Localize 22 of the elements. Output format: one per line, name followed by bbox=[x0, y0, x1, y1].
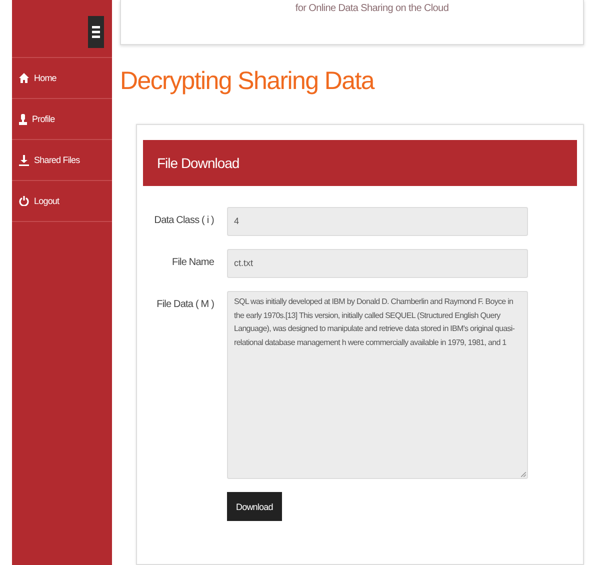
user-icon bbox=[19, 114, 27, 124]
text-area-content: SQL was initially developed at IBM by Donald D. Chamberlin and Raymond F. Boyce in the early 1970s.[13] This version, initially called SEQUEL (Structured English Query Language), was designed to manipulate and retrieve data stored in IBM's original quasi-relational database management h were commercially available in 1979, 1981, and 1 bbox=[234, 297, 515, 346]
page-title: Decrypting Sharing Data bbox=[120, 67, 376, 96]
field-label: File Data ( M ) bbox=[156, 298, 214, 310]
sidebar-item[interactable]: Shared Files bbox=[12, 140, 112, 181]
download-icon bbox=[19, 154, 29, 166]
sidebar-item[interactable]: Home bbox=[12, 58, 112, 99]
download-button[interactable]: Download bbox=[227, 492, 282, 521]
sidebar-item[interactable]: Profile bbox=[12, 99, 112, 140]
home-icon bbox=[19, 73, 29, 83]
power-icon bbox=[19, 196, 29, 206]
sidebar-item[interactable]: Logout bbox=[12, 181, 112, 222]
panel-title: File Download bbox=[157, 155, 240, 171]
input-field[interactable]: 4 bbox=[227, 207, 528, 236]
menu-icon bbox=[92, 25, 100, 39]
menu-button[interactable] bbox=[88, 16, 104, 48]
header-subtitle: for Online Data Sharing on the Cloud bbox=[295, 3, 449, 14]
text-area[interactable] bbox=[227, 291, 528, 479]
field-label: File Name bbox=[171, 256, 214, 268]
resize-grip-icon[interactable] bbox=[521, 472, 526, 477]
input-field[interactable]: ct.txt bbox=[227, 249, 528, 278]
field-label: Data Class ( i ) bbox=[153, 214, 214, 226]
